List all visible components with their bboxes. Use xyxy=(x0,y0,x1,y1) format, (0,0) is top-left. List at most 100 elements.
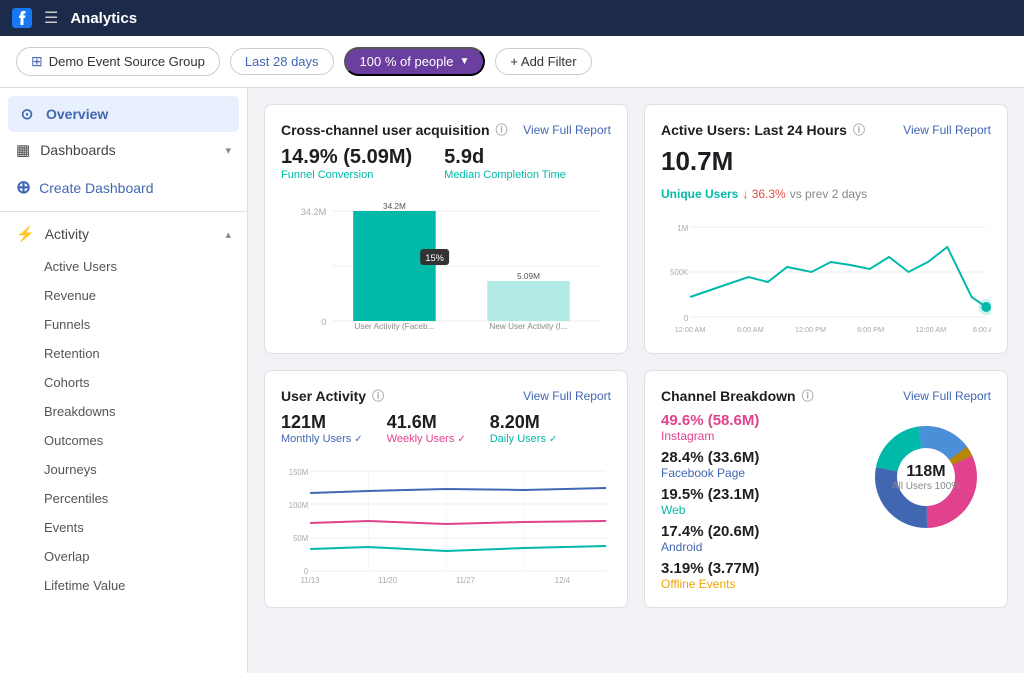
active-users-sub: Unique Users ↓ 36.3% vs prev 2 days xyxy=(661,187,991,201)
user-activity-metrics: 121M Monthly Users ✓ 41.6M Weekly Users … xyxy=(281,412,611,445)
sidebar-sub-revenue[interactable]: Revenue xyxy=(0,281,247,310)
svg-text:12:00 PM: 12:00 PM xyxy=(795,325,826,334)
days-filter-button[interactable]: Last 28 days xyxy=(230,48,334,75)
donut-lbl: All Users 100% xyxy=(892,481,960,492)
breakdown-list: 49.6% (58.6M) Instagram 28.4% (33.6M) Fa… xyxy=(661,412,849,591)
donut-center: 118M All Users 100% xyxy=(892,463,960,492)
user-activity-title: User Activity ⓘ xyxy=(281,387,384,404)
median-completion-metric: 5.9d Median Completion Time xyxy=(444,146,566,181)
activity-chevron-icon: ▴ xyxy=(225,228,231,241)
sidebar-sub-breakdowns[interactable]: Breakdowns xyxy=(0,397,247,426)
user-activity-info-icon: ⓘ xyxy=(372,387,384,404)
svg-text:11/27: 11/27 xyxy=(456,576,475,585)
top-nav: ☰ Analytics xyxy=(0,0,1024,36)
active-users-big-val: 10.7M xyxy=(661,146,991,177)
svg-text:12/4: 12/4 xyxy=(555,576,571,585)
svg-text:New User Activity (I...: New User Activity (I... xyxy=(489,322,567,331)
instagram-name: Instagram xyxy=(661,429,849,443)
svg-text:0: 0 xyxy=(321,317,326,327)
cross-channel-metrics: 14.9% (5.09M) Funnel Conversion 5.9d Med… xyxy=(281,146,611,181)
user-activity-view-full[interactable]: View Full Report xyxy=(523,389,611,403)
sidebar-sub-percentiles[interactable]: Percentiles xyxy=(0,484,247,513)
dashboards-icon: ▦ xyxy=(16,141,30,159)
active-users-title: Active Users: Last 24 Hours ⓘ xyxy=(661,121,865,138)
sidebar-sub-funnels[interactable]: Funnels xyxy=(0,310,247,339)
weekly-val: 41.6M xyxy=(387,412,466,433)
active-users-header: Active Users: Last 24 Hours ⓘ View Full … xyxy=(661,121,991,138)
sidebar-sub-lifetime-value[interactable]: Lifetime Value xyxy=(0,571,247,600)
funnel-label: Funnel Conversion xyxy=(281,169,412,181)
breakdown-web: 19.5% (23.1M) Web xyxy=(661,486,849,517)
monthly-lbl: Monthly Users ✓ xyxy=(281,433,363,445)
channel-breakdown-card: Channel Breakdown ⓘ View Full Report 49.… xyxy=(644,370,1008,608)
add-filter-label: + Add Filter xyxy=(510,54,576,69)
breakdown-instagram: 49.6% (58.6M) Instagram xyxy=(661,412,849,443)
source-filter-button[interactable]: ⊞ Demo Event Source Group xyxy=(16,47,220,76)
svg-text:11/13: 11/13 xyxy=(301,576,320,585)
svg-text:34.2M: 34.2M xyxy=(383,202,406,211)
facebook-logo-icon xyxy=(12,8,32,28)
hamburger-icon[interactable]: ☰ xyxy=(44,8,58,28)
cross-channel-view-full[interactable]: View Full Report xyxy=(523,123,611,137)
cross-channel-header: Cross-channel user acquisition ⓘ View Fu… xyxy=(281,121,611,138)
monthly-check-icon: ✓ xyxy=(354,434,362,445)
chevron-down-icon: ▼ xyxy=(460,56,470,67)
sidebar-sub-active-users[interactable]: Active Users xyxy=(0,252,247,281)
daily-val: 8.20M xyxy=(490,412,558,433)
user-activity-chart: 150M 100M 50M 0 11/13 11/20 11/27 12/4 xyxy=(281,461,611,591)
sidebar-sub-events[interactable]: Events xyxy=(0,513,247,542)
svg-text:0: 0 xyxy=(304,567,309,576)
source-icon: ⊞ xyxy=(31,53,43,70)
sidebar-sub-overlap[interactable]: Overlap xyxy=(0,542,247,571)
sidebar-overview-label: Overview xyxy=(46,106,108,122)
svg-text:11/20: 11/20 xyxy=(378,576,397,585)
svg-text:6:00 AM: 6:00 AM xyxy=(737,325,764,334)
channel-breakdown-view-full[interactable]: View Full Report xyxy=(903,389,991,403)
svg-text:15%: 15% xyxy=(425,253,444,263)
daily-lbl: Daily Users ✓ xyxy=(490,433,558,445)
activity-icon: ⚡ xyxy=(16,225,35,243)
svg-text:5.09M: 5.09M xyxy=(517,272,540,281)
main-layout: ⊙ Overview ▦ Dashboards ▾ ⊕ Create Dashb… xyxy=(0,88,1024,673)
svg-text:12:00 AM: 12:00 AM xyxy=(675,325,706,334)
monthly-val: 121M xyxy=(281,412,363,433)
median-label: Median Completion Time xyxy=(444,169,566,181)
daily-check-icon: ✓ xyxy=(549,434,557,445)
add-filter-button[interactable]: + Add Filter xyxy=(495,48,591,75)
sidebar-item-overview[interactable]: ⊙ Overview xyxy=(8,96,239,132)
svg-text:6:00 PM: 6:00 PM xyxy=(857,325,884,334)
sidebar-item-activity[interactable]: ⚡ Activity ▴ xyxy=(0,216,247,252)
donut-chart: 118M All Users 100% xyxy=(861,412,991,542)
sidebar-dashboards-label: Dashboards xyxy=(40,142,116,158)
active-users-view-full[interactable]: View Full Report xyxy=(903,123,991,137)
overview-icon: ⊙ xyxy=(18,105,36,123)
channel-breakdown-header: Channel Breakdown ⓘ View Full Report xyxy=(661,387,991,404)
sidebar-activity-label: Activity xyxy=(45,226,89,242)
plus-icon: ⊕ xyxy=(16,177,31,198)
weekly-metric: 41.6M Weekly Users ✓ xyxy=(387,412,466,445)
web-pct: 19.5% (23.1M) xyxy=(661,486,849,503)
sidebar-sub-cohorts[interactable]: Cohorts xyxy=(0,368,247,397)
daily-metric: 8.20M Daily Users ✓ xyxy=(490,412,558,445)
svg-text:12:00 AM: 12:00 AM xyxy=(915,325,946,334)
sidebar-sub-journeys[interactable]: Journeys xyxy=(0,455,247,484)
svg-text:100M: 100M xyxy=(289,501,308,510)
android-name: Android xyxy=(661,540,849,554)
sidebar-divider xyxy=(0,211,247,212)
web-name: Web xyxy=(661,503,849,517)
monthly-metric: 121M Monthly Users ✓ xyxy=(281,412,363,445)
unique-users-label: Unique Users xyxy=(661,187,738,201)
sidebar-sub-outcomes[interactable]: Outcomes xyxy=(0,426,247,455)
svg-text:50M: 50M xyxy=(293,534,308,543)
people-filter-button[interactable]: 100 % of people ▼ xyxy=(344,47,486,76)
dashboards-chevron-icon: ▾ xyxy=(225,144,231,157)
weekly-check-icon: ✓ xyxy=(457,434,465,445)
sidebar-item-dashboards[interactable]: ▦ Dashboards ▾ xyxy=(0,132,247,168)
breakdown-offline: 3.19% (3.77M) Offline Events xyxy=(661,560,849,591)
sidebar-sub-retention[interactable]: Retention xyxy=(0,339,247,368)
breakdown-facebook: 28.4% (33.6M) Facebook Page xyxy=(661,449,849,480)
donut-val: 118M xyxy=(892,463,960,481)
channel-breakdown-info-icon: ⓘ xyxy=(802,387,814,404)
sidebar-create-dashboard[interactable]: ⊕ Create Dashboard xyxy=(0,168,247,207)
svg-text:User Activity (Faceb...: User Activity (Faceb... xyxy=(354,322,434,331)
